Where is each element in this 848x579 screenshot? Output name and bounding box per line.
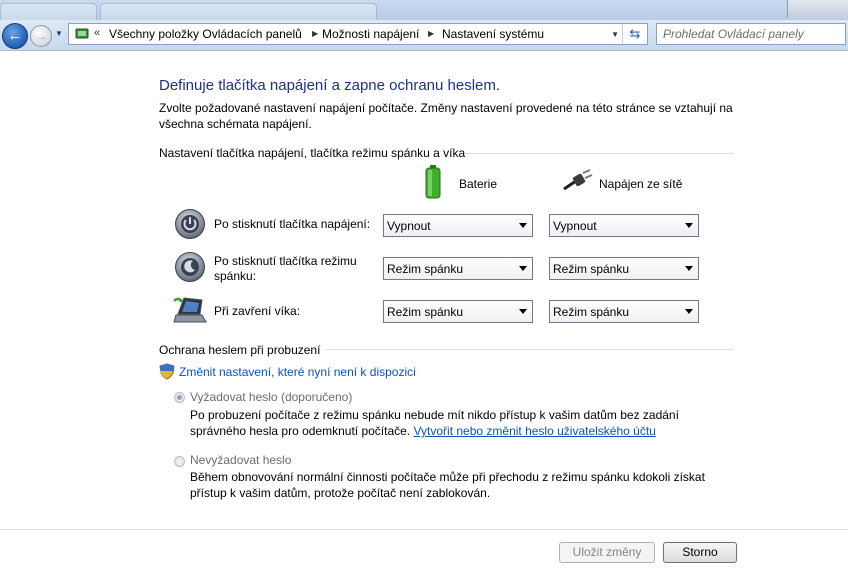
refresh-icon[interactable]: ⇆ — [622, 24, 647, 44]
select-value: Režim spánku — [387, 262, 464, 276]
dont-require-password-radio[interactable] — [174, 456, 185, 467]
require-password-radio[interactable] — [174, 392, 185, 403]
select-value: Režim spánku — [553, 262, 630, 276]
breadcrumb-power-options[interactable]: Možnosti napájení — [322, 27, 419, 41]
sleep-button-plugged-in-select[interactable]: Režim spánku — [549, 257, 699, 280]
breadcrumb-separator-icon[interactable]: ▶ — [312, 29, 318, 38]
breadcrumb-overflow[interactable]: « — [94, 27, 100, 39]
window-controls[interactable] — [787, 0, 848, 18]
breadcrumb-system-settings[interactable]: Nastavení systému — [442, 27, 544, 41]
lid-close-plugged-in-select[interactable]: Režim spánku — [549, 300, 699, 323]
cancel-button[interactable]: Storno — [663, 542, 737, 563]
uac-shield-icon — [159, 363, 175, 380]
page-title: Definuje tlačítka napájení a zapne ochra… — [159, 77, 501, 94]
change-unavailable-settings-link[interactable]: Změnit nastavení, které nyní není k disp… — [179, 365, 416, 379]
search-input[interactable]: Prohledat Ovládací panely — [656, 23, 846, 45]
section-divider — [326, 349, 734, 350]
forward-button[interactable]: → — [30, 25, 52, 47]
address-bar[interactable]: « Všechny položky Ovládacích panelů ▶ Mo… — [68, 23, 648, 45]
lid-close-label: Při zavření víka: — [214, 304, 301, 318]
chevron-down-icon — [519, 309, 527, 314]
select-value: Vypnout — [553, 219, 597, 233]
main-content: Definuje tlačítka napájení a zapne ochra… — [0, 51, 848, 579]
lid-close-battery-select[interactable]: Režim spánku — [383, 300, 533, 323]
require-password-description: Po probuzení počítače z režimu spánku ne… — [190, 407, 730, 439]
battery-icon — [425, 165, 441, 199]
control-panel-icon — [75, 28, 89, 39]
recent-pages-dropdown-icon[interactable]: ▼ — [55, 29, 63, 38]
section-heading-password: Ochrana heslem při probuzení — [159, 343, 321, 357]
back-button[interactable]: ← — [2, 23, 28, 49]
select-value: Režim spánku — [387, 305, 464, 319]
address-dropdown-icon[interactable]: ▼ — [611, 30, 619, 39]
save-changes-button[interactable]: Uložit změny — [559, 542, 655, 563]
select-value: Režim spánku — [553, 305, 630, 319]
laptop-lid-icon — [173, 297, 207, 323]
section-heading-buttons: Nastavení tlačítka napájení, tlačítka re… — [159, 146, 466, 160]
dont-require-password-description: Během obnovování normální činnosti počít… — [190, 470, 705, 500]
window-titlebar — [0, 0, 848, 22]
breadcrumb-all-control-panel-items[interactable]: Všechny položky Ovládacích panelů — [109, 27, 302, 41]
require-password-label: Vyžadovat heslo (doporučeno) — [190, 390, 353, 404]
sleep-button-label: Po stisknutí tlačítka režimu spánku: — [214, 254, 357, 283]
power-plug-icon — [563, 169, 593, 191]
sleep-button-icon — [175, 252, 205, 282]
chevron-down-icon — [519, 223, 527, 228]
dont-require-password-label: Nevyžadovat heslo — [190, 453, 292, 467]
sleep-button-battery-select[interactable]: Režim spánku — [383, 257, 533, 280]
power-button-label: Po stisknutí tlačítka napájení: — [214, 217, 371, 231]
arrow-right-icon: → — [35, 29, 47, 43]
chevron-down-icon — [519, 266, 527, 271]
breadcrumb-separator-icon[interactable]: ▶ — [428, 29, 434, 38]
power-button-battery-select[interactable]: Vypnout — [383, 214, 533, 237]
arrow-left-icon: ← — [7, 27, 23, 44]
chevron-down-icon — [685, 223, 693, 228]
page-description: Zvolte požadované nastavení napájení poč… — [159, 101, 733, 131]
section-divider — [464, 153, 734, 154]
power-button-icon — [175, 209, 205, 239]
chevron-down-icon — [685, 309, 693, 314]
footer-divider — [0, 529, 848, 530]
chevron-down-icon — [685, 266, 693, 271]
power-button-plugged-in-select[interactable]: Vypnout — [549, 214, 699, 237]
select-value: Vypnout — [387, 219, 431, 233]
create-change-password-link[interactable]: Vytvořit nebo změnit heslo uživatelského… — [413, 424, 655, 438]
battery-column-label: Baterie — [459, 177, 498, 191]
navigation-bar: ← → ▼ « Všechny položky Ovládacích panel… — [0, 20, 848, 51]
plugged-in-column-label: Napájen ze sítě — [599, 177, 683, 191]
